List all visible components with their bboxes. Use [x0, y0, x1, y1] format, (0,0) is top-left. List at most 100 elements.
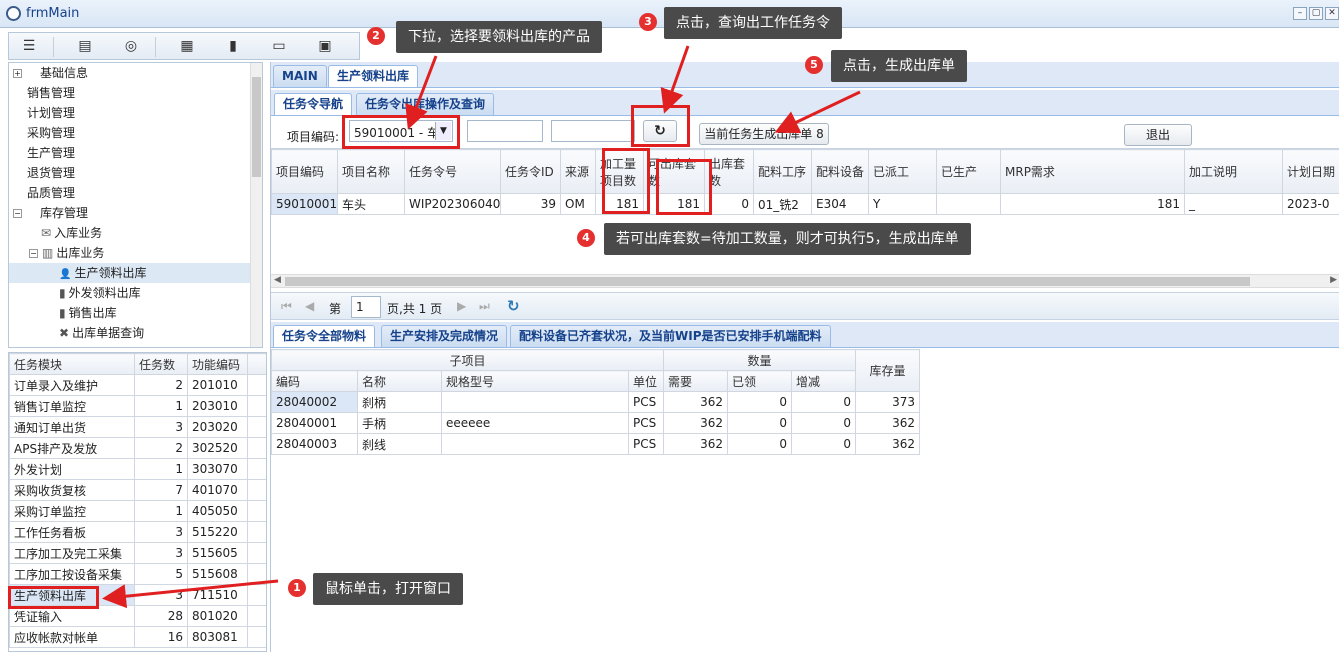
- minimize-button[interactable]: –: [1293, 7, 1307, 20]
- table-row[interactable]: 订单录入及维护 2 201010: [9, 374, 266, 396]
- tree-item[interactable]: ✖ 出库单据查询: [59, 323, 144, 343]
- tab-task-ops[interactable]: 任务令出库操作及查询: [356, 93, 495, 115]
- col-header[interactable]: 加工说明: [1184, 149, 1283, 194]
- col-header[interactable]: 增减: [791, 370, 857, 392]
- tree-item-production-issue[interactable]: 👤 生产领料出库: [9, 263, 250, 283]
- tree-item[interactable]: 计划管理: [27, 103, 75, 123]
- table-cell: 401070: [187, 479, 248, 501]
- group-header-child: 子项目: [271, 349, 665, 371]
- table-row[interactable]: 采购订单监控 1 405050: [9, 500, 266, 522]
- tree-scrollbar[interactable]: [250, 63, 262, 347]
- image-icon[interactable]: ▣: [315, 37, 335, 55]
- col-header[interactable]: 来源: [560, 149, 596, 194]
- first-page-icon[interactable]: ⏮: [281, 299, 292, 314]
- table-row[interactable]: 通知订单出货 3 203020: [9, 416, 266, 438]
- tab-production-schedule[interactable]: 生产安排及完成情况: [381, 325, 508, 347]
- tree-item[interactable]: 销售管理: [27, 83, 75, 103]
- collapse-icon[interactable]: −: [29, 249, 38, 258]
- table-row[interactable]: 59010001 车头 WIP2023060400 39 OM 181 181 0 01_铣2 E…: [271, 193, 1339, 215]
- col-header[interactable]: 功能编码: [187, 353, 248, 375]
- tab-equipment-status[interactable]: 配料设备已齐套状况，及当前WIP是否已安排手机端配料: [510, 325, 831, 347]
- callout-4: 若可出库套数=待加工数量，则才可执行5，生成出库单: [604, 223, 971, 255]
- table-cell: 2: [134, 437, 188, 459]
- table-row[interactable]: 销售订单监控 1 203010: [9, 395, 266, 417]
- table-cell: 803081: [187, 626, 248, 648]
- col-header[interactable]: 任务令号: [404, 149, 501, 194]
- table-row[interactable]: 工序加工及完工采集 3 515605: [9, 542, 266, 564]
- col-header[interactable]: 任务模块: [9, 353, 135, 375]
- table-row[interactable]: 28040002 刹柄 PCS 362 0 0 373: [271, 391, 921, 413]
- step-badge-3: 3: [639, 13, 657, 31]
- table-row[interactable]: 28040003 刹线 PCS 362 0 0 362: [271, 433, 921, 455]
- expand-icon[interactable]: +: [13, 69, 22, 78]
- table-cell: 刹柄: [357, 391, 442, 413]
- input-2[interactable]: [467, 120, 543, 142]
- table-cell: 59010001: [271, 193, 338, 215]
- bookmark-icon[interactable]: ▮: [223, 37, 243, 55]
- table-row[interactable]: 28040001 手柄 eeeeee PCS 362 0 0 362: [271, 412, 921, 434]
- collapse-icon[interactable]: −: [13, 209, 22, 218]
- next-page-icon[interactable]: ▶: [457, 299, 466, 313]
- tab-task-nav[interactable]: 任务令导航: [274, 93, 353, 115]
- tree-item-basic[interactable]: + 基础信息: [13, 63, 88, 83]
- calendar-icon[interactable]: ▦: [177, 37, 197, 55]
- tree-item[interactable]: 生产管理: [27, 143, 75, 163]
- highlight-box-available: [656, 159, 712, 215]
- menu-icon[interactable]: ☰: [19, 37, 39, 55]
- task-hscrollbar[interactable]: ◀ ▶: [271, 274, 1339, 288]
- col-header-stock[interactable]: 库存量: [855, 349, 921, 392]
- page-input[interactable]: 1: [351, 296, 381, 318]
- col-header[interactable]: 项目名称: [337, 149, 405, 194]
- exit-button[interactable]: 退出: [1124, 124, 1192, 146]
- col-header[interactable]: MRP需求: [1000, 149, 1185, 194]
- prev-page-icon[interactable]: ◀: [305, 299, 314, 313]
- tree-item[interactable]: ▮ 销售出库: [59, 303, 117, 323]
- main-toolbar: ☰ ▤ ◎ ▦ ▮ ▭ ▣: [8, 32, 360, 60]
- col-header[interactable]: 已领: [727, 370, 793, 392]
- table-row[interactable]: 工序加工按设备采集 5 515608: [9, 563, 266, 585]
- tree-item-outbound[interactable]: − ▥ 出库业务: [29, 243, 104, 263]
- highlight-box-3: [631, 105, 690, 147]
- col-header[interactable]: 项目编码: [271, 149, 338, 194]
- tree-item-inbound[interactable]: ✉ 入库业务: [41, 223, 102, 243]
- book-icon[interactable]: ▤: [75, 37, 95, 55]
- col-header[interactable]: 已生产: [936, 149, 1001, 194]
- last-page-icon[interactable]: ⏭: [479, 299, 490, 314]
- tab-main[interactable]: MAIN: [273, 65, 327, 87]
- table-cell: [247, 479, 266, 501]
- tree-item-inventory[interactable]: − 库存管理: [13, 203, 88, 223]
- close-button[interactable]: ✕: [1325, 7, 1339, 20]
- table-cell: 515608: [187, 563, 248, 585]
- rss-icon[interactable]: ◎: [121, 37, 141, 55]
- col-header[interactable]: 任务令ID: [500, 149, 561, 194]
- input-3[interactable]: [551, 120, 635, 142]
- col-header[interactable]: 单位: [627, 370, 665, 392]
- col-header[interactable]: 编码: [271, 370, 358, 392]
- col-header[interactable]: 配料设备: [811, 149, 869, 194]
- col-header[interactable]: 已派工: [868, 149, 937, 194]
- tree-item[interactable]: 退货管理: [27, 163, 75, 183]
- table-row[interactable]: 工作任务看板 3 515220: [9, 521, 266, 543]
- table-cell: _: [1184, 193, 1283, 215]
- inbox-icon[interactable]: ▭: [269, 37, 289, 55]
- tree-item[interactable]: 品质管理: [27, 183, 75, 203]
- tab-all-materials[interactable]: 任务令全部物料: [273, 325, 376, 347]
- col-header[interactable]: 配料工序: [753, 149, 812, 194]
- table-row[interactable]: 外发计划 1 303070: [9, 458, 266, 480]
- col-header[interactable]: 计划日期: [1282, 149, 1339, 194]
- col-header[interactable]: 任务数: [134, 353, 188, 375]
- table-row[interactable]: APS排产及发放 2 302520: [9, 437, 266, 459]
- mail-icon: ✉: [41, 226, 52, 240]
- col-header[interactable]: 规格型号: [441, 370, 629, 392]
- tree-item[interactable]: 采购管理: [27, 123, 75, 143]
- tab-production-issue[interactable]: 生产领料出库: [328, 65, 419, 87]
- material-table: 子项目 数量 库存量 编码 名称 规格型号 单位 需要 已领 增减 28040002 刹柄 PCS 3…: [271, 349, 921, 469]
- table-row[interactable]: 采购收货复核 7 401070: [9, 479, 266, 501]
- tree-item[interactable]: ▮ 外发领料出库: [59, 283, 141, 303]
- generate-issue-button[interactable]: 当前任务生成出库单 8: [699, 123, 829, 145]
- refresh-icon[interactable]: ↻: [507, 297, 520, 315]
- table-row[interactable]: 应收帐款对帐单 16 803081: [9, 626, 266, 648]
- col-header[interactable]: 名称: [357, 370, 442, 392]
- maximize-button[interactable]: ▢: [1309, 7, 1323, 20]
- col-header[interactable]: 需要: [663, 370, 729, 392]
